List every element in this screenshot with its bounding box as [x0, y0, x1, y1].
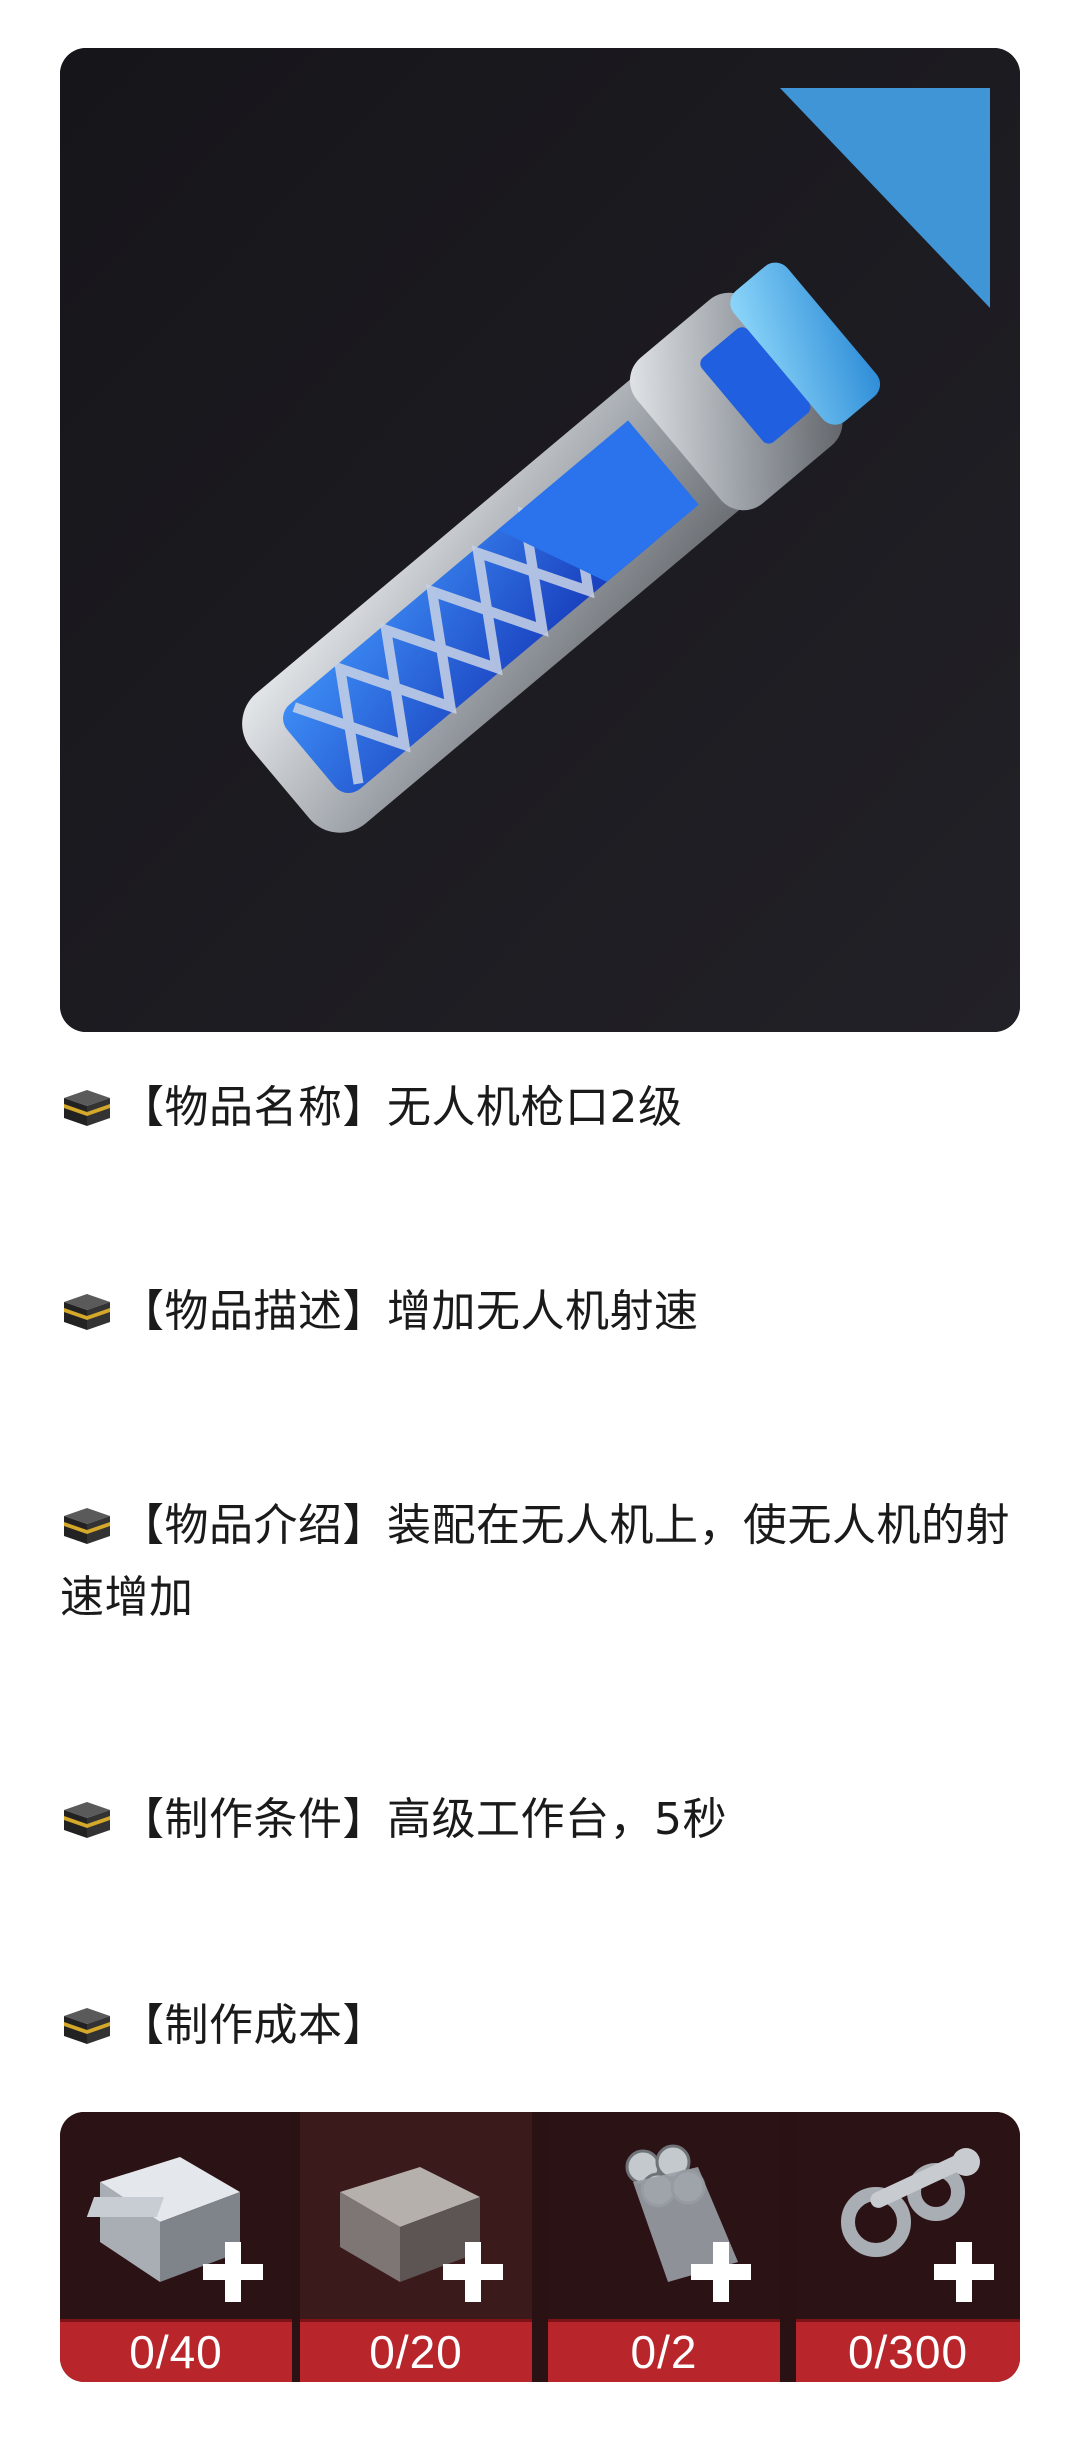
crafting-cost-line: 【制作成本】	[60, 1990, 1020, 2062]
crafting-condition-line: 【制作条件】高级工作台，5秒	[60, 1784, 1020, 1856]
cost-slot-metal-box[interactable]: 0/40	[60, 2112, 292, 2382]
crafting-condition-text: 【制作条件】高级工作台，5秒	[120, 1794, 727, 1845]
steel-pipes-icon	[548, 2112, 780, 2322]
cost-count: 0/40	[60, 2319, 292, 2382]
item-image	[60, 48, 1020, 1032]
kaaba-emoji-icon	[64, 1090, 110, 1126]
kaaba-emoji-icon	[64, 1294, 110, 1330]
kaaba-emoji-icon	[64, 1802, 110, 1838]
cost-slot-steel-block[interactable]: 0/20	[300, 2112, 532, 2382]
cost-count: 0/2	[548, 2319, 780, 2382]
metal-box-icon	[60, 2112, 292, 2322]
cost-slot-steel-pipes[interactable]: 0/2	[548, 2112, 780, 2382]
kaaba-emoji-icon	[64, 1508, 110, 1544]
cost-count: 0/20	[300, 2319, 532, 2382]
item-description-text: 【物品描述】增加无人机射速	[120, 1286, 699, 1337]
item-introduction-line: 【物品介绍】装配在无人机上，使无人机的射速增加	[60, 1490, 1020, 1634]
item-name-text: 【物品名称】无人机枪口2级	[120, 1082, 683, 1133]
drone-muzzle-icon	[60, 48, 1020, 1032]
steel-block-icon	[300, 2112, 532, 2322]
crafting-cost-text: 【制作成本】	[120, 2000, 387, 2051]
crafting-cost-panel: 0/40 0/20 0/2 0/300	[60, 2112, 1020, 2382]
item-description-line: 【物品描述】增加无人机射速	[60, 1276, 1020, 1348]
item-name-line: 【物品名称】无人机枪口2级	[60, 1072, 1020, 1144]
kaaba-emoji-icon	[64, 2008, 110, 2044]
gears-and-wrench-icon	[796, 2112, 1020, 2322]
cost-slot-gears-and-wrench[interactable]: 0/300	[796, 2112, 1020, 2382]
item-introduction-text: 【物品介绍】装配在无人机上，使无人机的射速增加	[60, 1500, 1010, 1623]
cost-count: 0/300	[796, 2319, 1020, 2382]
